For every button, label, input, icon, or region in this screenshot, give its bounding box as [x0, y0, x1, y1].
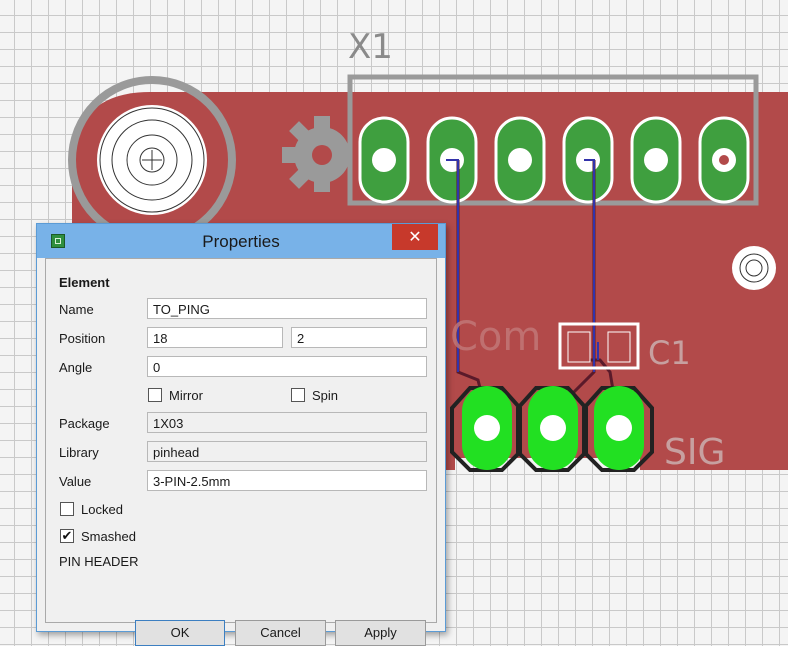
name-field[interactable]: TO_PING: [147, 298, 427, 319]
value-label: Value: [59, 474, 92, 489]
pad-3: [494, 116, 546, 204]
description-text: PIN HEADER: [59, 554, 139, 569]
silk-text-com: Com: [450, 314, 541, 360]
mirror-label: Mirror: [169, 388, 203, 403]
dialog-body: Element Name TO_PING Position 18 2 Angle…: [45, 258, 437, 646]
position-label: Position: [59, 331, 106, 346]
package-field: 1X03: [147, 412, 427, 433]
angle-label: Angle: [59, 360, 93, 375]
sig-label: SIG: [664, 432, 725, 473]
pin-header[interactable]: [450, 386, 654, 472]
close-icon[interactable]: ✕: [392, 224, 438, 250]
position-y-field[interactable]: 2: [291, 327, 427, 348]
section-title-element: Element: [59, 275, 110, 290]
corner-hole: [732, 246, 776, 290]
library-field: pinhead: [147, 441, 427, 462]
position-x-field[interactable]: 18: [147, 327, 283, 348]
dialog-titlebar[interactable]: Properties ✕: [37, 224, 445, 258]
part-name-x1: X1: [348, 27, 393, 67]
smashed-label: Smashed: [81, 529, 136, 544]
locked-label: Locked: [81, 502, 123, 517]
locked-checkbox[interactable]: [60, 502, 74, 516]
apply-button[interactable]: Apply: [335, 620, 426, 646]
spin-label: Spin: [312, 388, 339, 403]
ok-button[interactable]: OK: [135, 620, 225, 646]
cancel-button[interactable]: Cancel: [235, 620, 326, 646]
pad-6: [698, 116, 750, 204]
library-label: Library: [59, 445, 99, 460]
name-label: Name: [59, 302, 94, 317]
angle-field[interactable]: 0: [147, 356, 427, 377]
smashed-checkbox[interactable]: ✔: [60, 529, 74, 543]
dialog-title: Properties: [202, 232, 280, 251]
mirror-checkbox[interactable]: [148, 388, 162, 402]
pad-1: [358, 116, 410, 204]
pad-5: [630, 116, 682, 204]
properties-dialog: Properties ✕ Element Name TO_PING Positi…: [36, 223, 446, 646]
cap-name-c1: C1: [648, 334, 691, 372]
package-label: Package: [59, 416, 110, 431]
spin-checkbox[interactable]: [291, 388, 305, 402]
value-field[interactable]: 3-PIN-2.5mm: [147, 470, 427, 491]
checkmark-icon: ✔: [61, 528, 73, 543]
